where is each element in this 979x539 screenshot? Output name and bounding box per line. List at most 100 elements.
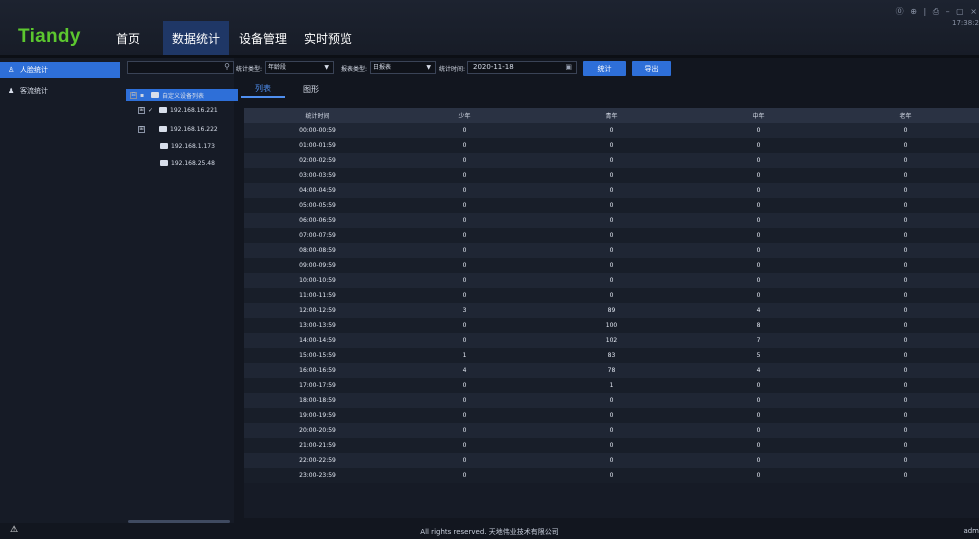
date-value: 2020-11-18 [473,63,514,71]
tree-root-custom-device-list[interactable]: ⊟ ▪ 自定义设备列表 [126,89,238,101]
count-cell: 0 [538,438,685,453]
count-cell: 8 [685,318,832,333]
count-cell: 0 [832,423,979,438]
tree-node-label: 自定义设备列表 [162,92,205,100]
table-header-row: 统计时间 少年 青年 中年 老年 [244,108,979,123]
tree-node-device[interactable]: 192.168.25.48 [149,157,215,169]
count-cell: 0 [685,183,832,198]
calendar-icon[interactable]: ▣ [565,62,572,73]
checkbox-icon[interactable]: ✓ [148,107,155,114]
time-range-cell: 23:00-23:59 [244,468,391,483]
count-cell: 0 [391,138,538,153]
window-controls[interactable]: ⓪ ⊕ | ⎙ – ▢ × [896,6,979,17]
time-range-cell: 16:00-16:59 [244,363,391,378]
count-cell: 0 [685,138,832,153]
table-row: 15:00-15:59 1 83 5 0 [244,348,979,363]
time-range-cell: 01:00-01:59 [244,138,391,153]
status-footer: All rights reserved. 天地伟业技术有限公司 ⚠ adm [0,523,979,539]
count-cell: 0 [832,288,979,303]
nav-home[interactable]: 首页 [108,21,148,55]
group-icon: ♟ [8,87,15,95]
nav-data-statistics[interactable]: 数据统计 [163,21,229,55]
column-header: 青年 [538,108,685,123]
count-cell: 0 [538,258,685,273]
report-type-label: 报表类型: [341,66,368,73]
count-cell: 0 [685,438,832,453]
copyright-text: All rights reserved. 天地伟业技术有限公司 [420,528,559,536]
count-cell: 0 [685,273,832,288]
count-cell: 0 [685,378,832,393]
count-cell: 0 [391,438,538,453]
expand-icon[interactable]: ⊞ [138,106,145,114]
tab-list[interactable]: 列表 [241,80,285,98]
sidebar: ♙ 人脸统计 ♟ 客流统计 [0,58,120,523]
count-cell: 0 [538,183,685,198]
table-row: 12:00-12:59 3 89 4 0 [244,303,979,318]
table-row: 18:00-18:59 0 0 0 0 [244,393,979,408]
count-cell: 100 [538,318,685,333]
nav-live-preview[interactable]: 实时预览 [301,21,355,55]
count-cell: 0 [832,273,979,288]
count-cell: 0 [685,288,832,303]
table-row: 20:00-20:59 0 0 0 0 [244,423,979,438]
sidebar-item-face-statistics[interactable]: ♙ 人脸统计 [0,62,120,78]
table-row: 22:00-22:59 0 0 0 0 [244,453,979,468]
count-cell: 0 [832,258,979,273]
caret-down-icon: ▼ [324,64,329,71]
table-row: 11:00-11:59 0 0 0 0 [244,288,979,303]
count-cell: 0 [538,198,685,213]
count-cell: 0 [685,168,832,183]
count-cell: 0 [832,348,979,363]
count-cell: 0 [538,453,685,468]
column-header: 老年 [832,108,979,123]
count-cell: 0 [832,363,979,378]
statistics-time-label: 统计时间: [439,66,466,73]
tree-node-device[interactable]: ⊞ 192.168.16.222 [138,123,218,135]
table-row: 08:00-08:59 0 0 0 0 [244,243,979,258]
folder-icon [159,126,167,132]
tree-node-label: 192.168.25.48 [171,159,215,167]
search-icon[interactable]: ⚲ [224,62,230,71]
tree-node-label: 192.168.16.221 [170,106,218,114]
device-search-box[interactable]: ⚲ [127,61,234,81]
tree-node-device[interactable]: ⊞ ✓ 192.168.16.221 [138,104,218,116]
checkbox-icon[interactable]: ▪ [140,92,147,99]
date-picker-input[interactable]: 2020-11-18 ▣ [467,61,577,74]
device-search-input[interactable] [128,69,218,81]
statistics-type-select[interactable]: 年龄段 ▼ [265,61,334,74]
time-range-cell: 15:00-15:59 [244,348,391,363]
tiandy-logo: Tiandy [18,26,81,47]
select-value: 年龄段 [268,64,287,71]
count-cell: 4 [685,363,832,378]
statistics-button[interactable]: 统计 [583,61,626,76]
report-type-select[interactable]: 日报表 ▼ [370,61,436,74]
count-cell: 0 [391,258,538,273]
table-body: 00:00-00:59 0 0 0 0 01:00-01:59 0 0 0 0 02:00-02:5… [244,123,979,483]
count-cell: 0 [685,228,832,243]
count-cell: 0 [685,258,832,273]
nav-device-management[interactable]: 设备管理 [239,21,287,55]
time-range-cell: 22:00-22:59 [244,453,391,468]
count-cell: 1 [538,378,685,393]
tree-node-device[interactable]: 192.168.1.173 [149,140,215,152]
time-range-cell: 06:00-06:59 [244,213,391,228]
count-cell: 0 [538,273,685,288]
time-range-cell: 20:00-20:59 [244,423,391,438]
time-range-cell: 19:00-19:59 [244,408,391,423]
warning-icon[interactable]: ⚠ [10,525,18,535]
count-cell: 0 [391,393,538,408]
count-cell: 0 [832,468,979,483]
count-cell: 0 [832,318,979,333]
tab-chart[interactable]: 图形 [291,80,331,98]
column-header: 中年 [685,108,832,123]
table-row: 21:00-21:59 0 0 0 0 [244,438,979,453]
expand-icon[interactable]: ⊞ [138,125,145,133]
collapse-icon[interactable]: ⊟ [130,91,137,99]
count-cell: 0 [538,408,685,423]
count-cell: 0 [832,153,979,168]
export-button[interactable]: 导出 [632,61,671,76]
count-cell: 0 [391,153,538,168]
sidebar-item-passenger-flow[interactable]: ♟ 客流统计 [0,83,120,99]
count-cell: 0 [538,393,685,408]
time-range-cell: 04:00-04:59 [244,183,391,198]
